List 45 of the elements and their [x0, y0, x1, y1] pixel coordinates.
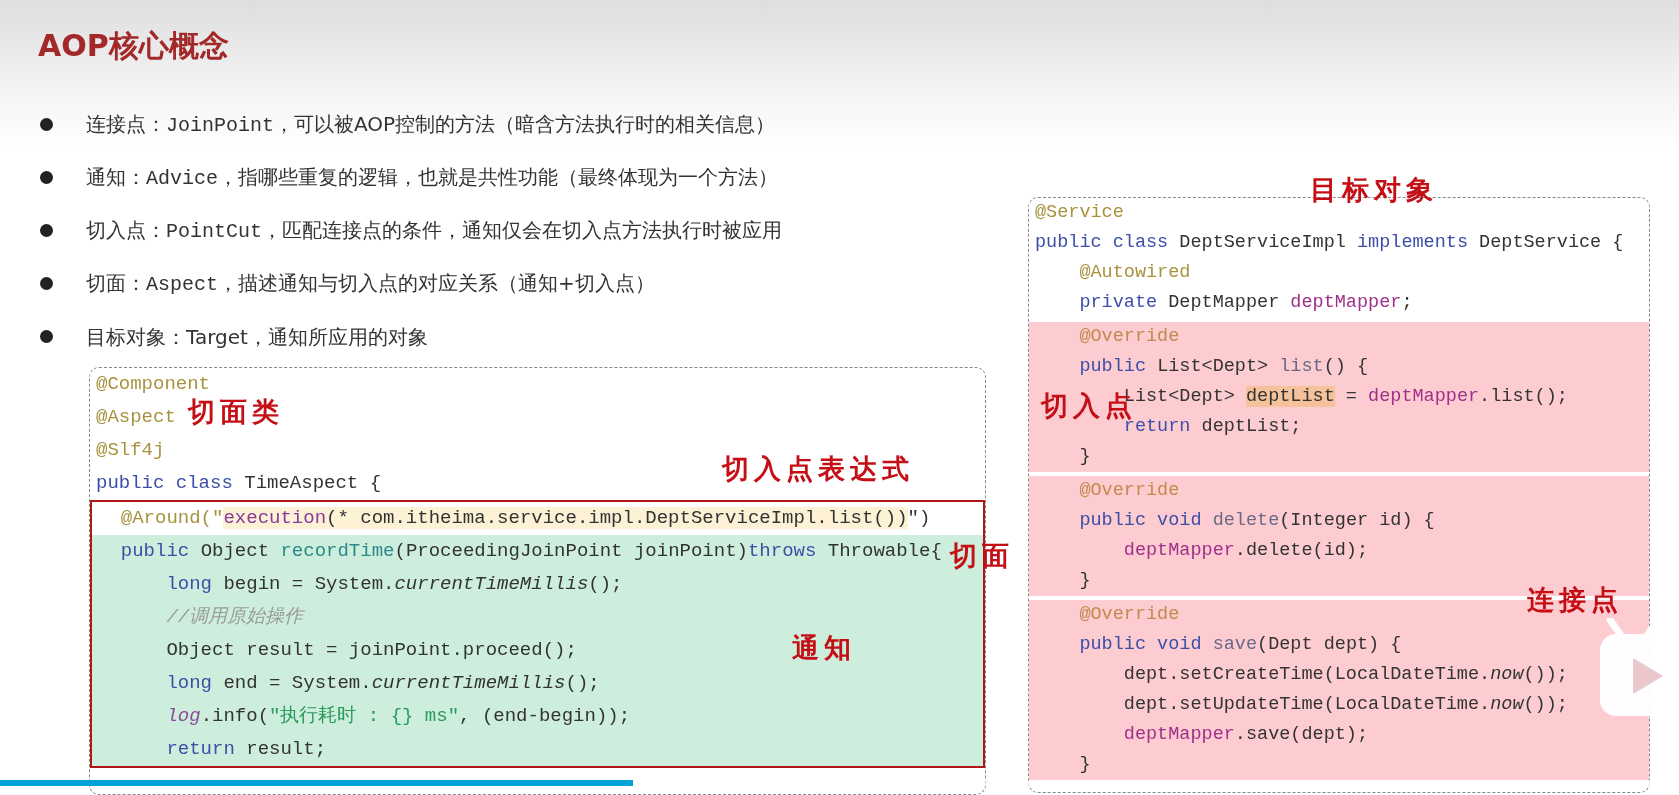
- bullet-icon: [40, 171, 53, 184]
- handwritten-note: 切入点表达式: [722, 455, 914, 482]
- code-line: //调用原始操作: [165, 605, 304, 630]
- code-line: Object result = joinPoint.proceed();: [165, 638, 577, 663]
- bullet-text: 切入点：PointCut，匹配连接点的条件，通知仅会在切入点方法执行时被应用: [86, 216, 782, 245]
- bullet-icon: [40, 224, 53, 237]
- code-line: @Service: [1034, 201, 1124, 225]
- bullet-text: 连接点：JoinPoint，可以被AOP控制的方法（暗含方法执行时的相关信息）: [86, 110, 776, 139]
- handwritten-note: 切面类: [188, 398, 284, 425]
- code-line: @Autowired: [1078, 261, 1191, 285]
- bullet-text: 切面：Aspect，描述通知与切入点的对应关系（通知+切入点）: [86, 269, 655, 298]
- code-line: public Object recordTime(ProceedingJoinPoint joinPoint)throws Throwable{: [119, 539, 942, 564]
- handwritten-note: 连接点: [1527, 586, 1623, 613]
- code-line: @Aspect: [95, 405, 176, 430]
- slide-title: AOP核心概念: [38, 27, 230, 65]
- code-line: return result;: [165, 737, 327, 762]
- code-line: @Slf4j: [95, 438, 165, 463]
- bullet-icon: [40, 277, 53, 290]
- bullet-icon: [40, 118, 53, 131]
- code-line: public List<Dept> list() {: [1078, 355, 1369, 379]
- code-line: dept.setUpdateTime(LocalDateTime.now());: [1122, 693, 1568, 717]
- code-line: @Override: [1078, 325, 1180, 349]
- code-line: public void delete(Integer id) {: [1078, 509, 1435, 533]
- code-line: log.info("执行耗时 : {} ms", (end-begin));: [165, 704, 631, 729]
- code-line: private DeptMapper deptMapper;: [1078, 291, 1413, 315]
- handwritten-note: 目标对象: [1310, 176, 1438, 203]
- code-line: @Override: [1078, 479, 1180, 503]
- code-line: }: [1078, 445, 1091, 469]
- code-line: @Around("execution(* com.itheima.service.impl.DeptServiceImpl.list())"): [119, 506, 931, 531]
- code-line: deptMapper.save(dept);: [1122, 723, 1369, 747]
- bullet-text: 通知：Advice，指哪些重复的逻辑，也就是共性功能（最终体现为一个方法）: [86, 163, 778, 192]
- code-line: }: [1078, 569, 1091, 593]
- code-line: deptMapper.delete(id);: [1122, 539, 1369, 563]
- code-line: }: [1078, 753, 1091, 777]
- code-line: public void save(Dept dept) {: [1078, 633, 1402, 657]
- code-line: public class DeptServiceImpl implements DeptService {: [1034, 231, 1624, 255]
- code-line: public class TimeAspect {: [95, 471, 382, 496]
- code-line: @Component: [95, 372, 211, 397]
- handwritten-note: 通知: [792, 634, 856, 661]
- bullet-text: 目标对象：Target，通知所应用的对象: [86, 323, 428, 351]
- code-line: dept.setCreateTime(LocalDateTime.now());: [1122, 663, 1568, 687]
- code-line: long begin = System.currentTimeMillis();: [165, 572, 623, 597]
- bullet-icon: [40, 330, 53, 343]
- code-line: @Override: [1078, 603, 1180, 627]
- code-line: long end = System.currentTimeMillis();: [165, 671, 600, 696]
